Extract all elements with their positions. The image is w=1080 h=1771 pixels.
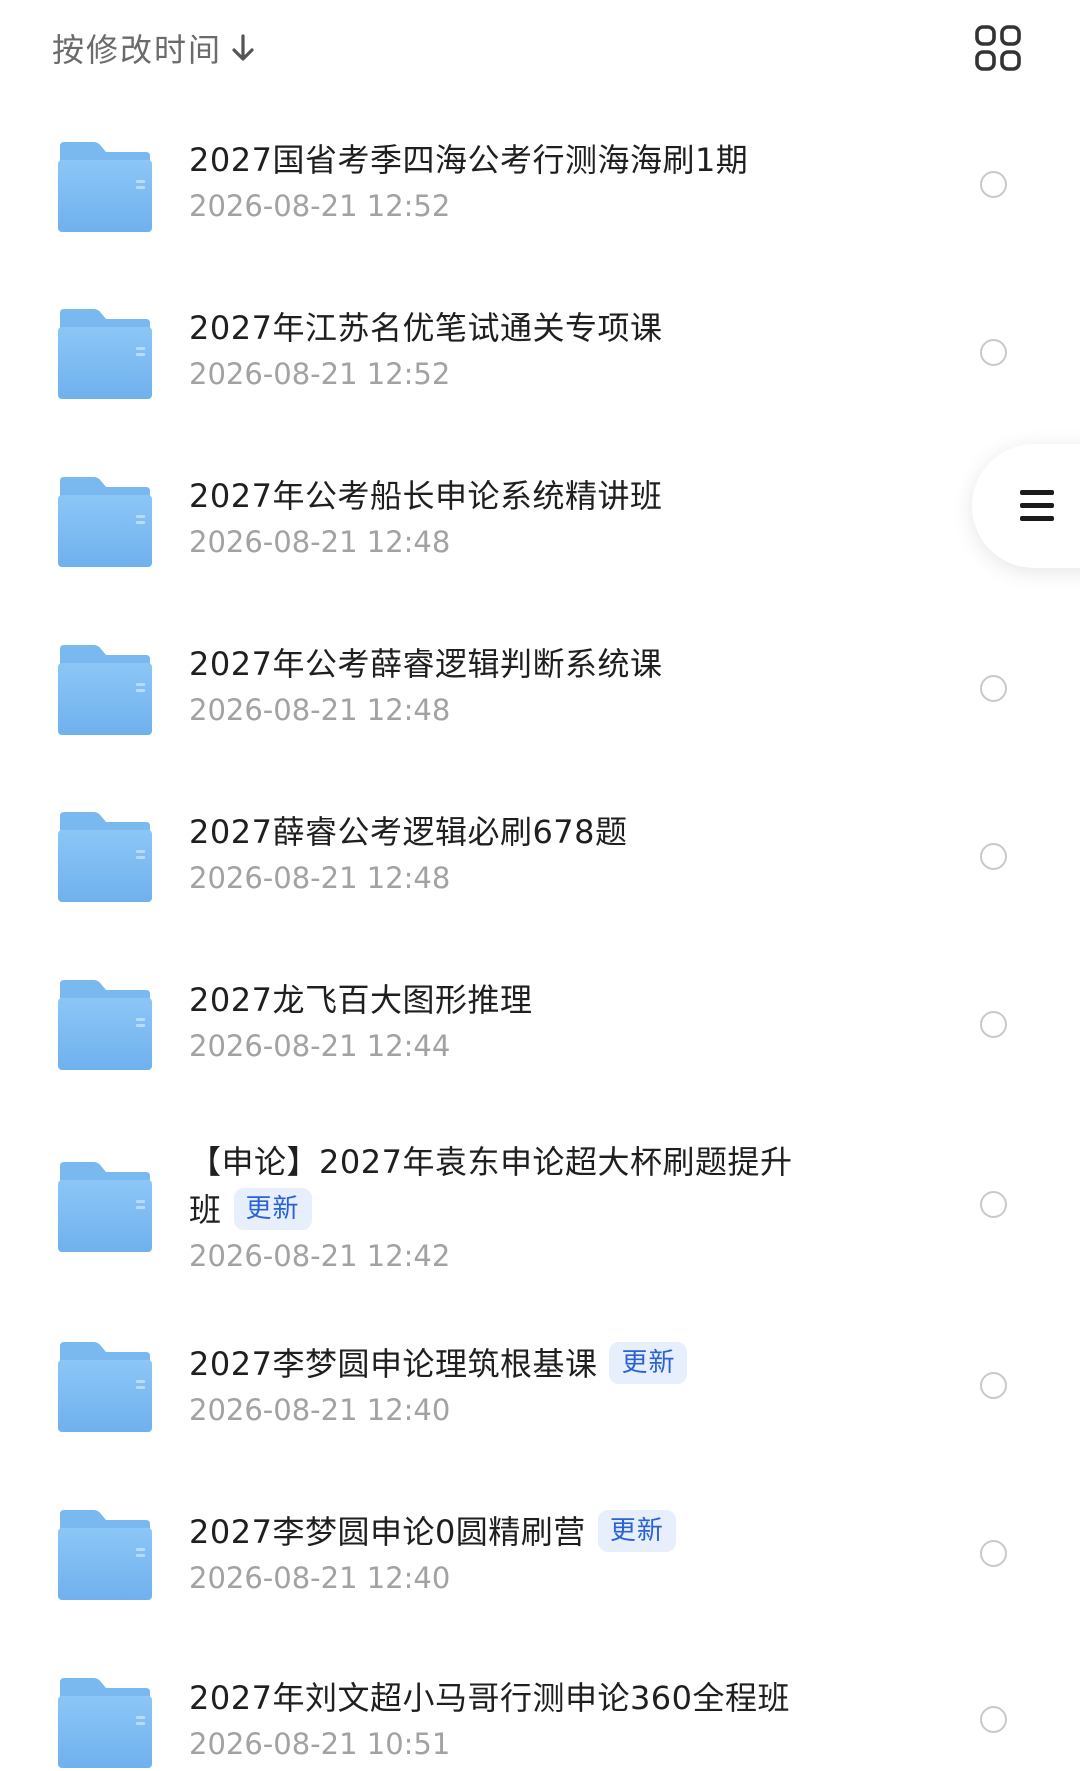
update-badge: 更新 xyxy=(233,1188,312,1230)
file-text: 【申论】2027年袁东申论超大杯刷题提升班 更新 2026-08-21 12:42 xyxy=(189,1138,799,1276)
grid-view-icon[interactable] xyxy=(974,24,1022,72)
select-checkbox[interactable] xyxy=(980,843,1007,870)
select-checkbox[interactable] xyxy=(980,171,1007,198)
file-name: 【申论】2027年袁东申论超大杯刷题提升班 更新 xyxy=(189,1138,799,1234)
modified-date: 2026-08-21 12:52 xyxy=(189,357,451,391)
folder-icon xyxy=(56,140,154,232)
folder-icon xyxy=(56,307,154,399)
update-badge: 更新 xyxy=(609,1342,688,1384)
select-checkbox[interactable] xyxy=(980,339,1007,366)
folder-icon xyxy=(56,978,154,1070)
file-name-text: 2027国省考季四海公考行测海海刷1期 xyxy=(189,141,749,179)
select-checkbox[interactable] xyxy=(980,1191,1007,1218)
file-text: 2027李梦圆申论理筑根基课 更新 2026-08-21 12:40 xyxy=(189,1340,799,1430)
file-name: 2027国省考季四海公考行测海海刷1期 xyxy=(189,136,799,184)
file-name-text: 2027年公考船长申论系统精讲班 xyxy=(189,477,663,515)
file-name: 2027薛睿公考逻辑必刷678题 xyxy=(189,808,799,856)
update-badge: 更新 xyxy=(597,1510,676,1552)
file-text: 2027李梦圆申论0圆精刷营 更新 2026-08-21 12:40 xyxy=(189,1508,799,1598)
file-name-text: 2027李梦圆申论0圆精刷营 xyxy=(189,1513,586,1551)
modified-date: 2026-08-21 12:40 xyxy=(189,1561,451,1595)
file-name-text: 2027薛睿公考逻辑必刷678题 xyxy=(189,813,628,851)
file-text: 2027年江苏名优笔试通关专项课 2026-08-21 12:52 xyxy=(189,304,799,394)
modified-date: 2026-08-21 12:48 xyxy=(189,525,451,559)
file-name-text: 2027龙飞百大图形推理 xyxy=(189,981,533,1019)
sort-by-modified-button[interactable]: 按修改时间 xyxy=(52,22,256,74)
file-name: 2027年江苏名优笔试通关专项课 xyxy=(189,304,799,352)
file-browser: 按修改时间 2027国省考季四海公考行测海海刷1期 2026-08-21 12:5… xyxy=(0,0,1080,1771)
modified-date: 2026-08-21 12:42 xyxy=(189,1239,451,1273)
menu-icon xyxy=(1020,490,1054,522)
select-checkbox[interactable] xyxy=(980,675,1007,702)
select-checkbox[interactable] xyxy=(980,1011,1007,1038)
file-name: 2027龙飞百大图形推理 xyxy=(189,976,799,1024)
file-name: 2027李梦圆申论理筑根基课 更新 xyxy=(189,1340,799,1388)
file-name: 2027李梦圆申论0圆精刷营 更新 xyxy=(189,1508,799,1556)
arrow-down-icon xyxy=(232,34,254,61)
file-name-text: 2027年江苏名优笔试通关专项课 xyxy=(189,309,663,347)
file-text: 2027年刘文超小马哥行测申论360全程班 2026-08-21 10:51 xyxy=(189,1674,799,1764)
file-name: 2027年公考薛睿逻辑判断系统课 xyxy=(189,640,799,688)
file-text: 2027年公考薛睿逻辑判断系统课 2026-08-21 12:48 xyxy=(189,640,799,730)
file-text: 2027薛睿公考逻辑必刷678题 2026-08-21 12:48 xyxy=(189,808,799,898)
modified-date: 2026-08-21 12:40 xyxy=(189,1393,451,1427)
folder-icon xyxy=(56,1676,154,1768)
file-text: 2027龙飞百大图形推理 2026-08-21 12:44 xyxy=(189,976,799,1066)
file-name: 2027年公考船长申论系统精讲班 xyxy=(189,472,799,520)
modified-date: 2026-08-21 12:48 xyxy=(189,861,451,895)
folder-icon xyxy=(56,1340,154,1432)
modified-date: 2026-08-21 12:52 xyxy=(189,189,451,223)
folder-icon xyxy=(56,1508,154,1600)
file-text: 2027国省考季四海公考行测海海刷1期 2026-08-21 12:52 xyxy=(189,136,799,226)
modified-date: 2026-08-21 12:44 xyxy=(189,1029,451,1063)
folder-icon xyxy=(56,810,154,902)
sort-label: 按修改时间 xyxy=(52,31,223,69)
toolbar: 按修改时间 xyxy=(0,0,1080,96)
file-name-text: 2027李梦圆申论理筑根基课 xyxy=(189,1345,598,1383)
folder-icon xyxy=(56,1160,154,1252)
select-checkbox[interactable] xyxy=(980,1706,1007,1733)
side-menu-handle[interactable] xyxy=(972,444,1080,568)
folder-icon xyxy=(56,643,154,735)
file-name-text: 2027年公考薛睿逻辑判断系统课 xyxy=(189,645,663,683)
folder-icon xyxy=(56,475,154,567)
file-text: 2027年公考船长申论系统精讲班 2026-08-21 12:48 xyxy=(189,472,799,562)
modified-date: 2026-08-21 10:51 xyxy=(189,1727,451,1761)
file-name-text: 2027年刘文超小马哥行测申论360全程班 xyxy=(189,1679,791,1717)
modified-date: 2026-08-21 12:48 xyxy=(189,693,451,727)
select-checkbox[interactable] xyxy=(980,1372,1007,1399)
select-checkbox[interactable] xyxy=(980,1540,1007,1567)
file-name: 2027年刘文超小马哥行测申论360全程班 xyxy=(189,1674,799,1722)
